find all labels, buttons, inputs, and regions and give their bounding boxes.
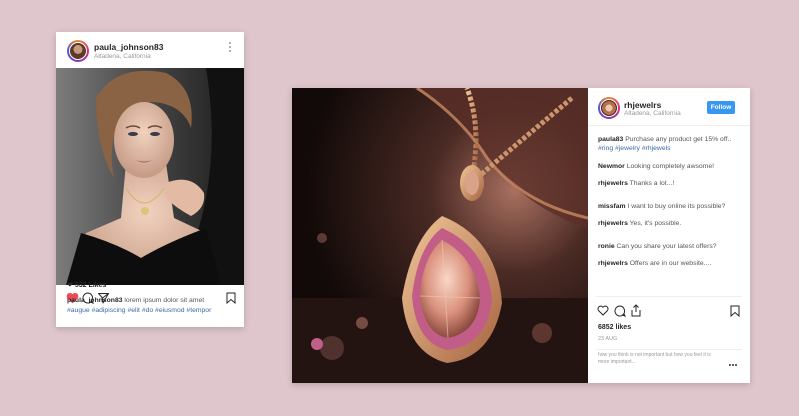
comment: rhjewelrs Offers are in our website....: [598, 260, 712, 267]
comment-username[interactable]: ronie: [598, 243, 615, 250]
likes-count[interactable]: ❤ 532 Likes: [67, 281, 106, 289]
comment-username[interactable]: rhjewelrs: [598, 260, 628, 267]
comment: ronie Can you share your latest offers?: [598, 243, 717, 250]
post-header: paula_johnson83 Altadena, California: [56, 32, 244, 66]
comment-input[interactable]: how you think is not important but how y…: [598, 352, 718, 366]
small-heart-icon: ❤: [67, 282, 73, 289]
heart-icon[interactable]: [597, 305, 609, 316]
divider: [588, 125, 750, 126]
divider: [596, 349, 742, 350]
caption-text: lorem ipsum dolor sit amet: [122, 297, 205, 304]
post-date: 23 AUG: [598, 336, 618, 342]
caption-username[interactable]: paula_johnson83: [67, 297, 123, 304]
more-options-icon[interactable]: [729, 364, 739, 368]
caption-hashtags[interactable]: #augue #adipiscing #elit #do #eiusmod #t…: [67, 306, 237, 316]
comment-username[interactable]: paula83: [598, 136, 623, 143]
comment-username[interactable]: missfam: [598, 203, 626, 210]
caption-hashtags[interactable]: #ring #jewelry #rhjewels: [598, 144, 748, 154]
comment-username[interactable]: Newmor: [598, 163, 625, 170]
post-photo[interactable]: [56, 68, 244, 285]
avatar[interactable]: [598, 97, 620, 119]
comment: Newmor Looking completely awsome!: [598, 163, 714, 170]
post-caption: paula_johnson83 lorem ipsum dolor sit am…: [67, 296, 237, 315]
comment-username[interactable]: rhjewelrs: [598, 220, 628, 227]
divider: [596, 296, 742, 297]
share-icon[interactable]: [630, 304, 642, 317]
post-side-panel: rhjewelrs Altadena, California Follow pa…: [588, 88, 750, 383]
post-card-paula: paula_johnson83 Altadena, California ❤ 5…: [56, 32, 244, 327]
likes-count[interactable]: 6852 likes: [598, 324, 631, 331]
bookmark-icon[interactable]: [730, 305, 740, 317]
post-photo[interactable]: [292, 88, 588, 383]
post-location[interactable]: Altadena, California: [624, 110, 681, 117]
comment: rhjewelrs Thanks a lot...!: [598, 180, 675, 187]
comment-icon[interactable]: [614, 305, 626, 317]
avatar[interactable]: [67, 40, 89, 62]
comment: missfam I want to buy online its possibl…: [598, 203, 726, 210]
comment-username[interactable]: rhjewelrs: [598, 180, 628, 187]
post-username[interactable]: rhjewelrs: [624, 100, 661, 110]
post-location[interactable]: Altadena, California: [94, 53, 151, 60]
post-card-rhjewelrs: rhjewelrs Altadena, California Follow pa…: [292, 88, 750, 383]
post-username[interactable]: paula_johnson83: [94, 42, 163, 52]
more-options-icon[interactable]: [228, 42, 232, 56]
follow-button[interactable]: Follow: [707, 101, 735, 114]
comment: rhjewelrs Yes, it's possible.: [598, 220, 682, 227]
